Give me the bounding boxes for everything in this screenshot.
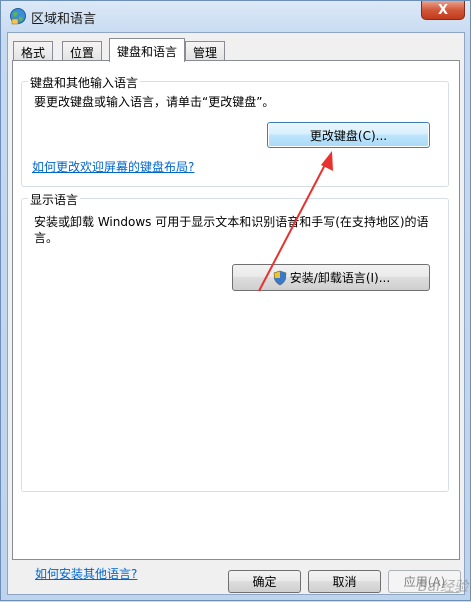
tab-administrative[interactable]: 管理 (185, 41, 226, 61)
watermark: Bai经验 (417, 579, 468, 595)
ok-button[interactable]: 确定 (228, 570, 301, 593)
install-other-languages-link[interactable]: 如何安装其他语言? (35, 565, 137, 582)
keyboard-group: 键盘和其他输入语言 要更改键盘或输入语言，请单击“更改键盘”。 更改键盘(C).… (21, 74, 449, 187)
tab-panel: 键盘和其他输入语言 要更改键盘或输入语言，请单击“更改键盘”。 更改键盘(C).… (12, 60, 460, 581)
cancel-button[interactable]: 取消 (308, 570, 381, 593)
display-description-line2: 言。 (34, 231, 59, 245)
display-group-legend: 显示语言 (28, 191, 81, 208)
close-button[interactable]: X (421, 1, 465, 20)
globe-icon (10, 8, 26, 25)
dialog-window: 区域和语言 X 格式 位置 键盘和语言 管理 键盘和其他输入语言 要更改键盘或输… (0, 0, 471, 601)
tab-location[interactable]: 位置 (62, 41, 103, 61)
install-uninstall-languages-button[interactable]: 安装/卸载语言(I)... (232, 264, 430, 291)
keyboard-description: 要更改键盘或输入语言，请单击“更改键盘”。 (34, 95, 275, 109)
title-bar[interactable]: 区域和语言 X (1, 1, 470, 31)
keyboard-group-legend: 键盘和其他输入语言 (28, 74, 141, 91)
uac-shield-icon (273, 270, 287, 285)
tab-formats[interactable]: 格式 (13, 41, 54, 61)
close-icon: X (437, 2, 449, 18)
welcome-keyboard-link[interactable]: 如何更改欢迎屏幕的键盘布局? (32, 158, 194, 175)
tab-keyboards-languages[interactable]: 键盘和语言 (109, 38, 186, 62)
window-title: 区域和语言 (31, 12, 97, 27)
change-keyboards-button[interactable]: 更改键盘(C)... (267, 122, 430, 148)
display-description-line1: 安装或卸载 Windows 可用于显示文本和识别语音和手写(在支持地区)的语 (34, 215, 429, 229)
dialog-client: 格式 位置 键盘和语言 管理 键盘和其他输入语言 要更改键盘或输入语言，请单击“… (7, 32, 465, 595)
display-language-group: 显示语言 安装或卸载 Windows 可用于显示文本和识别语音和手写(在支持地区… (21, 191, 449, 492)
